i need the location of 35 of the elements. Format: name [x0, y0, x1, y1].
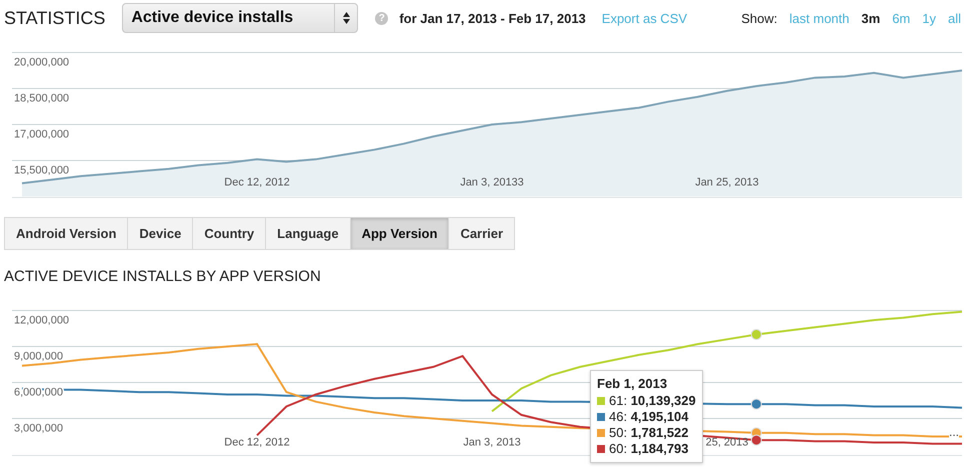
axis-label: Jan 3, 2013 [463, 436, 521, 448]
axis-label: 15,500,000 [14, 164, 70, 176]
axis-label: Dec 12, 2012 [224, 176, 290, 188]
axis-label: 6,000,000 [14, 386, 63, 398]
tab[interactable]: Android Version [4, 217, 128, 250]
metric-dropdown[interactable]: Active device installs [122, 3, 358, 33]
data-point [750, 398, 762, 410]
axis-label: 3,000,000 [14, 422, 63, 434]
axis-label: 18,500,000 [14, 92, 70, 104]
data-point [750, 434, 762, 446]
updown-arrows-icon [342, 12, 350, 24]
show-label: Show: [741, 10, 778, 26]
axis-label: 20,000,000 [14, 56, 70, 68]
axis-label: 12,000,000 [14, 314, 70, 326]
range-link[interactable]: 3m [861, 10, 880, 26]
tooltip-entry: 61: 10,139,329 [609, 393, 696, 409]
tab[interactable]: App Version [350, 217, 450, 250]
tab[interactable]: Country [193, 217, 266, 250]
axis-label: Dec 12, 2012 [224, 436, 290, 448]
section-title: ACTIVE DEVICE INSTALLS BY APP VERSION [4, 268, 322, 287]
tooltip-date: Feb 1, 2013 [597, 376, 668, 391]
tab[interactable]: Language [266, 217, 351, 250]
tooltip-entry: 50: 1,781,522 [609, 425, 689, 441]
axis-label: Jan 3, 20133 [460, 176, 524, 188]
tooltip-entry: 46: 4,195,104 [609, 409, 689, 425]
tooltip-entry: 60: 1,184,793 [609, 441, 689, 457]
axis-label: Jan 25, 2013 [695, 176, 759, 188]
tab[interactable]: Carrier [449, 217, 516, 250]
page-title: STATISTICS [4, 8, 106, 28]
axis-label: 9,000,000 [14, 350, 63, 362]
axis-label: 17,000,000 [14, 128, 70, 140]
axis-label: 25, 2013 [706, 436, 748, 448]
tab[interactable]: Device [128, 217, 194, 250]
date-range: for Jan 17, 2013 - Feb 17, 2013 [399, 10, 586, 26]
data-point [750, 329, 762, 340]
